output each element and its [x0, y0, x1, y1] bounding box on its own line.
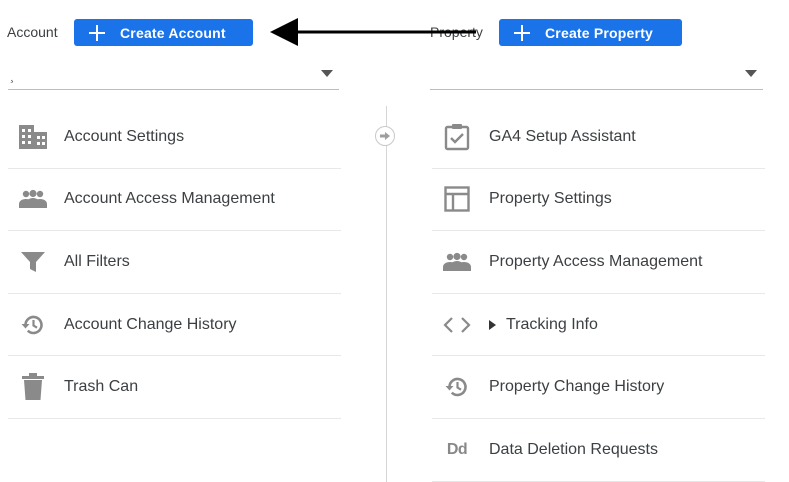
property-column-label: Property	[430, 24, 483, 40]
menu-item-label: Trash Can	[64, 378, 139, 396]
all-filters-item[interactable]: All Filters	[8, 231, 341, 294]
menu-item-label: Data Deletion Requests	[489, 440, 658, 458]
trash-can-item[interactable]: Trash Can	[8, 356, 341, 419]
menu-item-label: Account Change History	[64, 315, 237, 333]
dd-icon: Dd	[446, 440, 468, 458]
layout-icon	[442, 184, 472, 214]
filter-icon	[18, 247, 48, 277]
people-icon	[442, 247, 472, 277]
plus-icon	[514, 24, 530, 41]
account-change-history-item[interactable]: Account Change History	[8, 294, 341, 357]
property-access-management-item[interactable]: Property Access Management	[432, 231, 765, 294]
menu-item-label: Property Change History	[489, 378, 665, 396]
property-change-history-item[interactable]: Property Change History	[432, 356, 765, 419]
history-icon	[442, 372, 472, 402]
account-settings-item[interactable]: Account Settings	[8, 106, 341, 169]
arrow-right-circle-icon	[375, 126, 395, 146]
menu-item-label: Tracking Info	[506, 315, 598, 333]
create-property-label: Create Property	[545, 24, 654, 41]
trash-icon	[18, 372, 48, 402]
account-selector-value: ¸	[10, 68, 15, 83]
account-selector[interactable]: ¸	[8, 60, 339, 90]
create-property-button[interactable]: Create Property	[499, 19, 682, 46]
data-deletion-requests-item[interactable]: Dd Data Deletion Requests	[432, 419, 765, 482]
building-icon	[18, 122, 48, 152]
menu-item-label: All Filters	[64, 252, 130, 270]
property-settings-item[interactable]: Property Settings	[432, 169, 765, 232]
create-account-button[interactable]: Create Account	[74, 19, 253, 46]
column-divider	[386, 106, 387, 482]
menu-item-label: Account Access Management	[64, 190, 275, 208]
expand-arrow-icon[interactable]	[489, 319, 496, 330]
tracking-info-item[interactable]: Tracking Info	[432, 294, 765, 357]
account-column-label: Account	[7, 24, 58, 40]
checkbox-clipboard-icon	[442, 122, 472, 152]
menu-item-label: GA4 Setup Assistant	[489, 127, 636, 145]
create-account-label: Create Account	[120, 24, 226, 41]
menu-item-label: Account Settings	[64, 127, 185, 145]
menu-item-label: Property Settings	[489, 190, 612, 208]
history-icon	[18, 310, 48, 340]
plus-icon	[89, 24, 105, 41]
chevron-down-icon	[745, 70, 757, 77]
property-selector[interactable]	[430, 60, 763, 90]
property-menu: GA4 Setup Assistant Property Settings Pr…	[432, 106, 765, 482]
ga4-setup-assistant-item[interactable]: GA4 Setup Assistant	[432, 106, 765, 169]
chevron-down-icon	[321, 70, 333, 77]
menu-item-label: Property Access Management	[489, 252, 703, 270]
account-access-management-item[interactable]: Account Access Management	[8, 169, 341, 232]
account-menu: Account Settings Account Access Manageme…	[8, 106, 341, 419]
people-icon	[18, 184, 48, 214]
code-icon	[442, 310, 472, 340]
